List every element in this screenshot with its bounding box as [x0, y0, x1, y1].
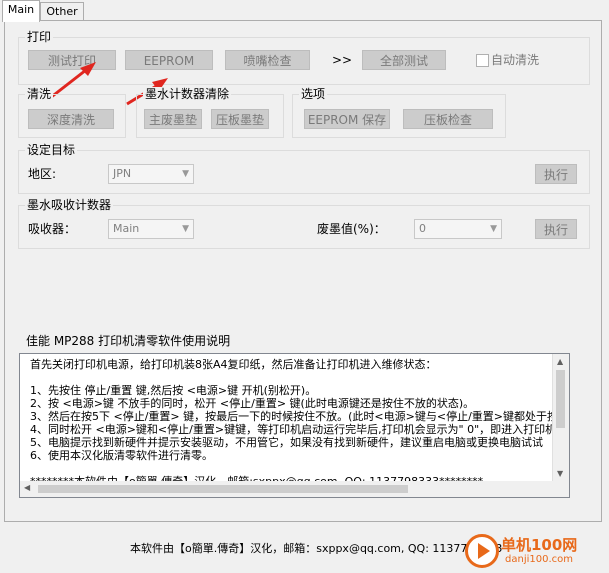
notes-line: 首先关闭打印机电源，给打印机装8张A4复印纸，然后准备让打印机进入维修状态： [30, 358, 437, 371]
notes-line: 5、电脑提示找到新硬件并提示安装驱动，不用管它，如果没有找到新硬件，建议重启电脑… [30, 436, 543, 449]
main-pad-button[interactable]: 主废墨垫 [144, 109, 202, 129]
notes-title: 佳能 MP288 打印机清零软件使用说明 [26, 334, 231, 348]
notes-line: 2、按 <电源>键 不放手的同时，松开 <停止/重置> 键(此时电源键还是按住不… [30, 397, 475, 410]
chevron-down-icon: ▼ [182, 169, 189, 179]
play-icon [465, 534, 499, 568]
watermark-logo: 单机100网 danji100.com [465, 534, 603, 570]
notes-line: 6、使用本汉化版清零软件进行清零。 [30, 449, 213, 462]
horizontal-scrollbar[interactable]: ◀ [20, 481, 569, 497]
ink-counter-group-title: 墨水计数器清除 [143, 87, 232, 101]
arrow-icon-1 [49, 62, 96, 100]
scroll-thumb[interactable] [38, 485, 408, 493]
region-label: 地区: [28, 167, 57, 181]
region-exec-button[interactable]: 执行 [535, 164, 577, 184]
target-group: 设定目标 [18, 143, 590, 194]
deep-clean-button[interactable]: 深度清洗 [28, 109, 114, 129]
chevron-down-icon: ▼ [490, 224, 497, 234]
notes-textarea[interactable]: 首先关闭打印机电源，给打印机装8张A4复印纸，然后准备让打印机进入维修状态： 1… [19, 353, 570, 498]
watermark-url: danji100.com [505, 554, 573, 565]
option-group-title: 选项 [299, 87, 328, 101]
absorber-value: Main [113, 222, 140, 235]
waste-label: 废墨值(%)： [317, 222, 386, 236]
absorber-select[interactable]: Main ▼ [108, 219, 194, 239]
chevron-down-icon: ▼ [182, 224, 189, 234]
notes-line: 1、先按住 停止/重置 键,然后按 <电源>键 开机(别松开)。 [30, 384, 317, 397]
waste-select[interactable]: 0 ▼ [414, 219, 502, 239]
target-group-title: 设定目标 [25, 143, 78, 157]
watermark-text: 单机100网 [501, 536, 578, 554]
eeprom-save-button[interactable]: EEPROM 保存 [304, 109, 390, 129]
platen-pad-button[interactable]: 压板墨垫 [211, 109, 269, 129]
clean-group-title: 清洗 [25, 87, 54, 101]
vertical-scrollbar[interactable]: ▲ ▼ [552, 354, 569, 497]
notes-line: 4、同时松开 <电源>键和<停止/重置>键键，等打印机启动运行完毕后,打印机会显… [30, 423, 557, 436]
platen-check-button[interactable]: 压板检查 [403, 109, 493, 129]
absorber-exec-button[interactable]: 执行 [535, 219, 577, 239]
footer-text: 本软件由【o簡單.傳奇】汉化，邮箱：sxppx@qq.com, QQ: 1137… [130, 542, 503, 555]
absorber-label: 吸收器： [28, 222, 77, 236]
absorber-group: 墨水吸收计数器 [18, 198, 590, 249]
notes-line: 3、然后在按5下 <停止/重置> 键，按最后一下的时候按住不放。(此时<电源>键… [30, 410, 558, 423]
absorber-group-title: 墨水吸收计数器 [25, 198, 114, 212]
region-value: JPN [113, 167, 132, 180]
chevron-up-icon[interactable]: ▲ [557, 357, 563, 366]
scroll-thumb[interactable] [556, 370, 565, 428]
waste-value: 0 [419, 222, 426, 235]
region-select[interactable]: JPN ▼ [108, 164, 194, 184]
chevron-down-icon[interactable]: ▼ [557, 469, 563, 478]
tab-main[interactable]: Main [2, 0, 40, 22]
chevron-left-icon[interactable]: ◀ [24, 483, 30, 492]
